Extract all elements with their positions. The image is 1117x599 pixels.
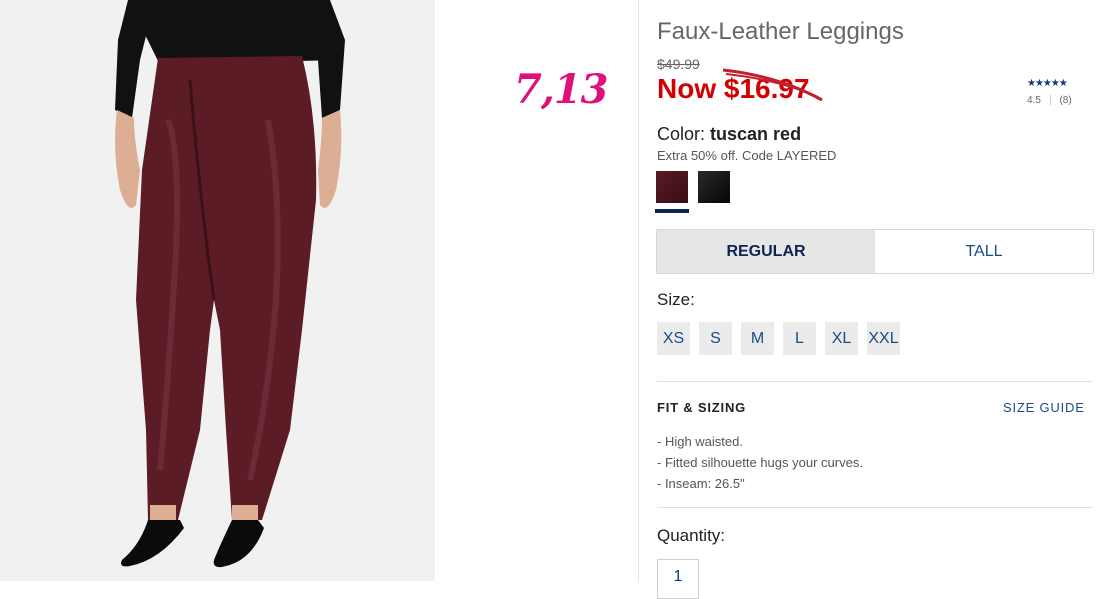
list-item: - Inseam: 26.5": [657, 476, 745, 491]
fit-sizing-heading[interactable]: FIT & SIZING: [657, 400, 746, 415]
star-rating-icon: ★★★★★: [1027, 78, 1068, 89]
original-price: $49.99: [657, 56, 700, 72]
size-label: Size:: [657, 290, 695, 309]
size-xl-button[interactable]: XL: [825, 322, 858, 355]
section-divider: [657, 507, 1093, 508]
annotation-text: 7,13: [514, 66, 608, 113]
promo-text: Extra 50% off. Code LAYERED: [657, 148, 837, 163]
size-m-button[interactable]: M: [741, 322, 774, 355]
selected-swatch-indicator: [655, 209, 689, 213]
color-label-text: Color:: [657, 124, 706, 144]
swatch-tuscan-red[interactable]: [656, 171, 688, 203]
list-item: - High waisted.: [657, 434, 743, 449]
rating-separator: [1049, 95, 1051, 106]
size-xxl-button[interactable]: XXL: [867, 322, 900, 355]
rating-score: 4.5: [1027, 95, 1041, 106]
section-divider: [657, 381, 1093, 382]
rating[interactable]: ★★★★★ 4.5 (8): [1027, 78, 1072, 106]
size-xs-button[interactable]: XS: [657, 322, 690, 355]
size-options: XS S M L XL XXL: [657, 322, 909, 355]
review-count[interactable]: (8): [1059, 95, 1071, 106]
size-s-button[interactable]: S: [699, 322, 732, 355]
tab-regular[interactable]: REGULAR: [657, 230, 875, 273]
price-scribble: [722, 68, 823, 102]
product-image[interactable]: [0, 0, 435, 581]
quantity-label: Quantity:: [657, 526, 726, 545]
quantity-input[interactable]: 1: [657, 559, 699, 599]
swatch-black[interactable]: [698, 171, 730, 203]
list-item: - Fitted silhouette hugs your curves.: [657, 455, 863, 470]
vertical-divider: [638, 0, 639, 581]
product-title: Faux-Leather Leggings: [657, 18, 904, 45]
tab-tall[interactable]: TALL: [875, 230, 1093, 273]
size-l-button[interactable]: L: [783, 322, 816, 355]
fit-tabs: REGULAR TALL: [656, 229, 1094, 274]
fit-details-list: - High waisted. - Fitted silhouette hugs…: [657, 431, 863, 494]
color-value: tuscan red: [710, 124, 802, 144]
size-guide-link[interactable]: SIZE GUIDE: [1003, 400, 1085, 415]
leggings-photo: [0, 0, 435, 581]
color-label: Color: tuscan red: [657, 124, 801, 145]
